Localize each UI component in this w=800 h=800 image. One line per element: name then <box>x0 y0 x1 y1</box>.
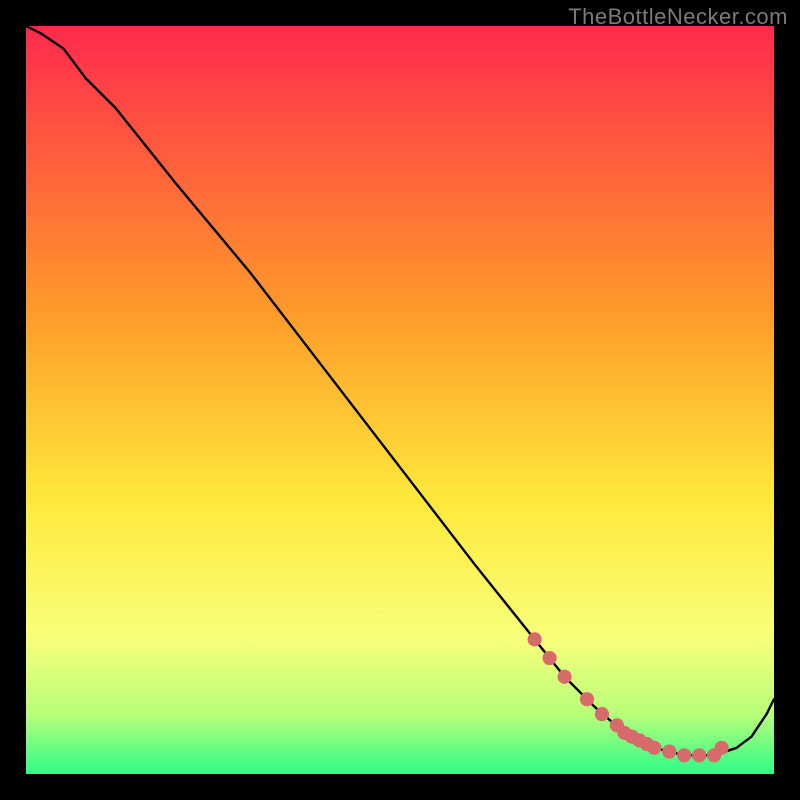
marker-point <box>580 692 594 706</box>
marker-point <box>595 707 609 721</box>
plot-area <box>26 26 774 774</box>
chart-svg <box>26 26 774 774</box>
marker-point <box>662 744 676 758</box>
stage: TheBottleNecker.com <box>0 0 800 800</box>
marker-point <box>528 632 542 646</box>
marker-point <box>715 741 729 755</box>
marker-point <box>647 741 661 755</box>
watermark-text: TheBottleNecker.com <box>568 4 788 30</box>
marker-point <box>692 748 706 762</box>
marker-point <box>557 670 571 684</box>
marker-point <box>542 651 556 665</box>
marker-point <box>677 748 691 762</box>
